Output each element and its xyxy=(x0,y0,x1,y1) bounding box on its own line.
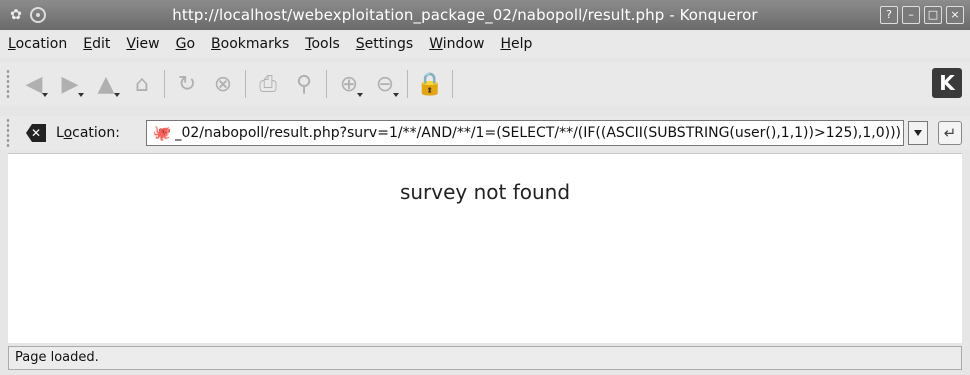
location-history-dropdown[interactable] xyxy=(908,121,928,145)
page-message: survey not found xyxy=(399,180,571,204)
menu-help[interactable]: Help xyxy=(500,36,532,52)
forward-icon: ▶ xyxy=(61,71,79,97)
back-icon: ◀ xyxy=(25,71,43,97)
find-icon: ⚲ xyxy=(295,71,313,97)
location-field[interactable]: 🐙 xyxy=(146,120,904,146)
forward-button[interactable]: ▶ xyxy=(54,68,86,100)
location-toolbar: ✕ Location: 🐙 xyxy=(0,116,970,150)
menu-settings[interactable]: Settings xyxy=(356,36,413,52)
print-icon: ⎙ xyxy=(259,71,277,97)
zoom-in-button[interactable]: ⊕ xyxy=(333,68,365,100)
window-title: http://localhost/webexploitation_package… xyxy=(172,6,758,24)
minimize-window-button[interactable]: – xyxy=(902,6,920,24)
location-label: Location: xyxy=(56,125,120,141)
zoom-out-button[interactable]: ⊖ xyxy=(369,68,401,100)
menu-view[interactable]: View xyxy=(126,36,159,52)
stop-icon: ⊗ xyxy=(213,71,233,97)
enter-icon: ↵ xyxy=(943,124,957,142)
title-bar: ✿ http://localhost/webexploitation_packa… xyxy=(0,0,970,30)
page-content: survey not found xyxy=(8,153,962,343)
toolbar-grip[interactable] xyxy=(6,69,10,99)
main-toolbar: ◀ ▶ ▲ ⌂ ↻ ⊗ ⎙ ⚲ ⊕ ⊖ 🔒 xyxy=(0,62,970,106)
toolbar-separator xyxy=(407,70,408,98)
home-icon: ⌂ xyxy=(135,71,149,97)
status-bar: Page loaded. xyxy=(8,346,962,370)
menu-edit[interactable]: Edit xyxy=(83,36,110,52)
go-button[interactable]: ↵ xyxy=(938,121,962,145)
menu-bar: Location Edit View Go Bookmarks Tools Se… xyxy=(0,30,970,58)
menu-location[interactable]: Location xyxy=(8,36,67,52)
help-window-button[interactable]: ? xyxy=(880,6,898,24)
location-grip[interactable] xyxy=(6,118,10,148)
reload-icon: ↻ xyxy=(177,71,197,97)
toolbar-separator xyxy=(326,70,327,98)
menu-window[interactable]: Window xyxy=(429,36,484,52)
find-button[interactable]: ⚲ xyxy=(288,68,320,100)
print-button[interactable]: ⎙ xyxy=(252,68,284,100)
maximize-window-button[interactable]: □ xyxy=(924,6,942,24)
kde-logo-icon: K xyxy=(932,68,962,98)
menu-tools[interactable]: Tools xyxy=(305,36,340,52)
zoom-out-icon: ⊖ xyxy=(375,71,395,97)
toolbar-separator xyxy=(164,70,165,98)
menu-bookmarks[interactable]: Bookmarks xyxy=(211,36,289,52)
security-button[interactable]: 🔒 xyxy=(414,68,446,100)
window-controls: ? – □ × xyxy=(880,6,964,24)
stop-button[interactable]: ⊗ xyxy=(207,68,239,100)
reload-button[interactable]: ↻ xyxy=(171,68,203,100)
toolbar-separator xyxy=(245,70,246,98)
menu-go[interactable]: Go xyxy=(176,36,195,52)
back-button[interactable]: ◀ xyxy=(18,68,50,100)
konqueror-favicon-icon: 🐙 xyxy=(152,124,172,142)
zoom-in-icon: ⊕ xyxy=(339,71,359,97)
up-button[interactable]: ▲ xyxy=(90,68,122,100)
up-icon: ▲ xyxy=(97,71,115,97)
url-input[interactable] xyxy=(173,121,901,145)
security-icon: 🔒 xyxy=(416,71,444,97)
toolbar-separator xyxy=(452,70,453,98)
clear-location-icon[interactable]: ✕ xyxy=(26,124,46,142)
close-window-button[interactable]: × xyxy=(946,6,964,24)
home-button[interactable]: ⌂ xyxy=(126,68,158,100)
